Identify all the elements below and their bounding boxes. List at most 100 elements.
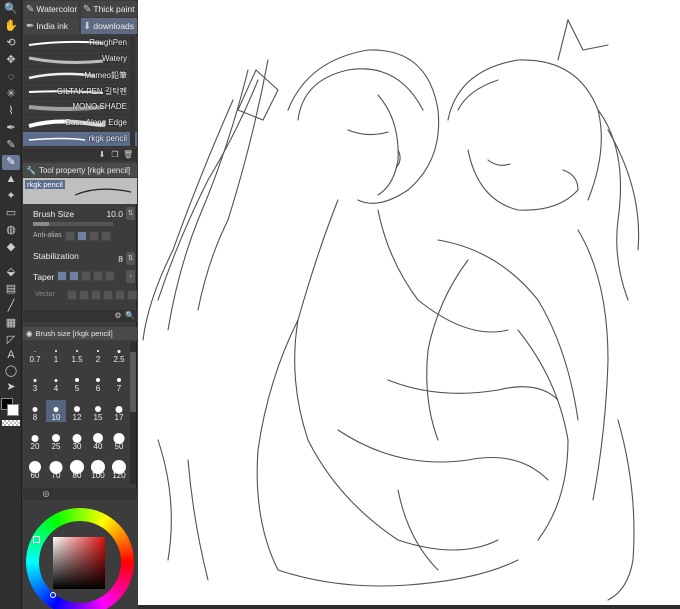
- brush-icon[interactable]: ✎: [2, 155, 20, 170]
- zoom-icon[interactable]: 🔍: [2, 2, 20, 17]
- brush-item-base-along-edge[interactable]: Base Along Edge: [23, 116, 137, 131]
- brush-item-rkgk-pencil[interactable]: rkgk pencil: [23, 132, 137, 147]
- taper-option[interactable]: [93, 271, 103, 281]
- brush-size-option[interactable]: 2.5: [109, 342, 129, 364]
- brush-item-mono-shade[interactable]: MONO SHADE: [23, 100, 137, 115]
- brush-size-option[interactable]: 60: [25, 458, 45, 480]
- taper-option[interactable]: [57, 271, 67, 281]
- move-icon[interactable]: ✥: [2, 53, 20, 68]
- brush-size-value[interactable]: 10.0: [106, 209, 123, 219]
- tab-watercolor[interactable]: ✎ Watercolor: [24, 1, 79, 17]
- saturation-value-square[interactable]: [53, 537, 105, 589]
- gradient-icon[interactable]: ▤: [2, 282, 20, 297]
- vector-option[interactable]: [67, 290, 77, 300]
- brush-item-giltak-pen[interactable]: GILTAK PEN 길탁펜: [23, 84, 137, 99]
- brush-size-option[interactable]: 10: [46, 400, 66, 422]
- brush-size-number: 100: [91, 471, 105, 480]
- eyedropper-icon[interactable]: ⌇: [2, 104, 20, 119]
- pencil-icon[interactable]: ✎: [2, 138, 20, 153]
- stabilization-stepper[interactable]: ⇅: [126, 252, 135, 265]
- vector-option[interactable]: [115, 290, 125, 300]
- brush-size-option[interactable]: 40: [88, 429, 108, 451]
- figure-icon[interactable]: ╱: [2, 299, 20, 314]
- frame-icon[interactable]: ▦: [2, 316, 20, 331]
- text-icon[interactable]: A: [2, 348, 20, 363]
- brush-item-mameo[interactable]: Mameo鉛筆: [23, 68, 137, 83]
- vector-label: Vector: [35, 291, 55, 298]
- brush-size-scrollbar[interactable]: [130, 342, 136, 484]
- brush-size-option[interactable]: 15: [88, 400, 108, 422]
- hand-icon[interactable]: ✋: [2, 19, 20, 34]
- antialias-weak-option[interactable]: [77, 231, 87, 241]
- brush-size-add-icon[interactable]: ◎: [41, 489, 51, 499]
- antialias-strong-option[interactable]: [101, 231, 111, 241]
- brush-size-option[interactable]: 17: [109, 400, 129, 422]
- airbrush-icon[interactable]: ▲: [2, 172, 20, 187]
- brush-size-option[interactable]: 50: [109, 429, 129, 451]
- brush-size-option[interactable]: 70: [46, 458, 66, 480]
- duplicate-icon[interactable]: ❐: [110, 150, 120, 160]
- brush-size-option[interactable]: 1.5: [67, 342, 87, 364]
- brush-size-dot: [117, 349, 121, 353]
- brush-item-roughpen[interactable]: RoughPen: [23, 36, 137, 51]
- drawing-canvas[interactable]: [138, 0, 680, 609]
- vector-option[interactable]: [91, 290, 101, 300]
- brush-size-option[interactable]: 7: [109, 371, 129, 393]
- sparkle-icon[interactable]: ✳: [2, 87, 20, 102]
- bucket-icon[interactable]: ⬙: [2, 265, 20, 280]
- vector-option[interactable]: [103, 290, 113, 300]
- vector-option[interactable]: [127, 290, 137, 300]
- brush-size-option[interactable]: 0.7: [25, 342, 45, 364]
- brush-size-option[interactable]: 6: [88, 371, 108, 393]
- vector-option[interactable]: [79, 290, 89, 300]
- brush-size-slider[interactable]: [33, 222, 113, 226]
- settings-icon[interactable]: ⚙: [113, 311, 123, 321]
- antialias-none-option[interactable]: [65, 231, 75, 241]
- lasso-icon[interactable]: ◌: [2, 70, 20, 85]
- stabilization-value[interactable]: 8: [118, 254, 123, 264]
- download-icon[interactable]: ⬇: [97, 150, 107, 160]
- taper-option[interactable]: [81, 271, 91, 281]
- tab-india-ink[interactable]: ✒ India ink: [24, 18, 79, 34]
- tab-downloads[interactable]: ⬇ downloads: [81, 18, 137, 34]
- hue-marker[interactable]: [33, 536, 40, 543]
- decoration-icon[interactable]: ✦: [2, 189, 20, 204]
- ruler-icon[interactable]: ◸: [2, 333, 20, 348]
- fill-icon[interactable]: ◆: [2, 240, 20, 255]
- brush-size-option[interactable]: 4: [46, 371, 66, 393]
- trash-icon[interactable]: 🗑: [123, 150, 133, 160]
- brush-size-option[interactable]: 8: [25, 400, 45, 422]
- taper-option[interactable]: [69, 271, 79, 281]
- object-icon[interactable]: ➤: [2, 380, 20, 395]
- brush-size-option[interactable]: 3: [25, 371, 45, 393]
- brush-size-option[interactable]: 100: [88, 458, 108, 480]
- brush-size-option[interactable]: 30: [67, 429, 87, 451]
- brush-size-stepper[interactable]: ⇅: [126, 207, 135, 220]
- brush-size-dot: [96, 378, 100, 382]
- tab-thick-paint[interactable]: ✎ Thick paint: [81, 1, 137, 17]
- brush-size-option[interactable]: 2: [88, 342, 108, 364]
- transparent-color-swatch[interactable]: [2, 420, 20, 426]
- taper-label: Taper: [33, 272, 55, 282]
- rotate-icon[interactable]: ⟲: [2, 36, 20, 51]
- sv-marker[interactable]: [50, 592, 56, 598]
- pen-icon[interactable]: ✒: [2, 121, 20, 136]
- brush-size-option[interactable]: 20: [25, 429, 45, 451]
- sub-color-swatch[interactable]: [7, 404, 19, 416]
- brush-size-option[interactable]: 1: [46, 342, 66, 364]
- tool-property-preview: rkgk pencil: [23, 178, 137, 204]
- brush-item-watery[interactable]: Watery: [23, 52, 137, 67]
- eraser-icon[interactable]: ▭: [2, 206, 20, 221]
- brush-size-number: 5: [74, 384, 80, 393]
- balloon-icon[interactable]: ◯: [2, 364, 20, 379]
- brush-size-option[interactable]: 5: [67, 371, 87, 393]
- brush-size-option[interactable]: 25: [46, 429, 66, 451]
- blend-icon[interactable]: ◍: [2, 223, 20, 238]
- antialias-medium-option[interactable]: [89, 231, 99, 241]
- brush-size-option[interactable]: 120: [109, 458, 129, 480]
- taper-menu-button[interactable]: ›: [126, 270, 135, 283]
- brush-size-option[interactable]: 80: [67, 458, 87, 480]
- taper-option[interactable]: [105, 271, 115, 281]
- zoom-icon[interactable]: 🔍: [125, 311, 135, 321]
- brush-size-option[interactable]: 12: [67, 400, 87, 422]
